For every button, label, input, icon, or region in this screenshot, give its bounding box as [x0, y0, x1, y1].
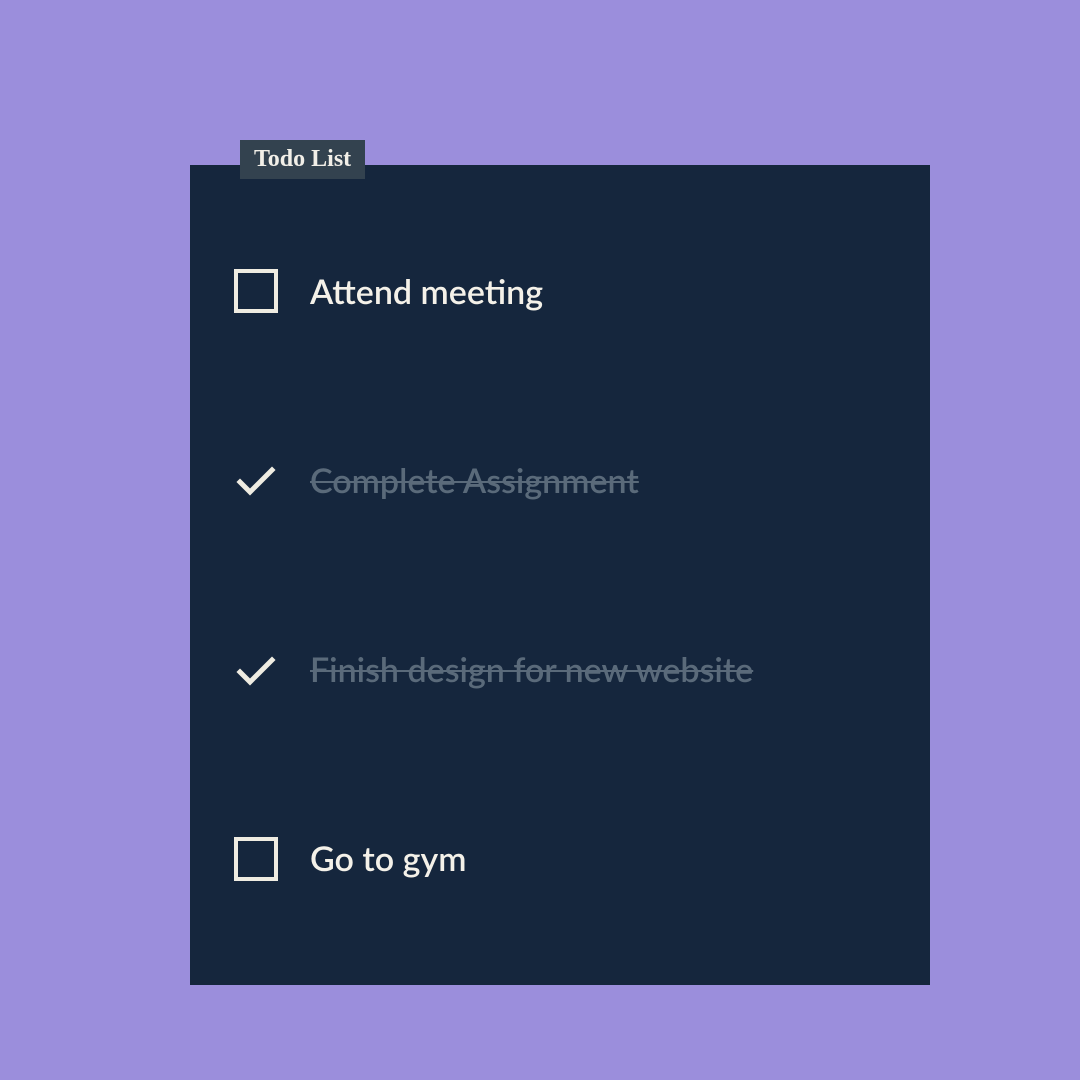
checkbox-icon[interactable] — [230, 833, 282, 885]
todo-item[interactable]: Complete Assignment — [230, 454, 890, 506]
todo-label: Complete Assignment — [310, 460, 639, 501]
checkbox-icon[interactable] — [230, 265, 282, 317]
card-title: Todo List — [240, 140, 365, 179]
todo-item[interactable]: Go to gym — [230, 833, 890, 885]
checkmark-icon[interactable] — [230, 454, 282, 506]
todo-label: Finish design for new website — [310, 649, 753, 690]
todo-item[interactable]: Attend meeting — [230, 265, 890, 317]
todo-card: Attend meeting Complete Assignment Finis… — [190, 165, 930, 985]
todo-list: Attend meeting Complete Assignment Finis… — [230, 225, 890, 945]
todo-label: Go to gym — [310, 838, 466, 879]
checkmark-icon[interactable] — [230, 644, 282, 696]
todo-label: Attend meeting — [310, 271, 543, 312]
todo-item[interactable]: Finish design for new website — [230, 644, 890, 696]
